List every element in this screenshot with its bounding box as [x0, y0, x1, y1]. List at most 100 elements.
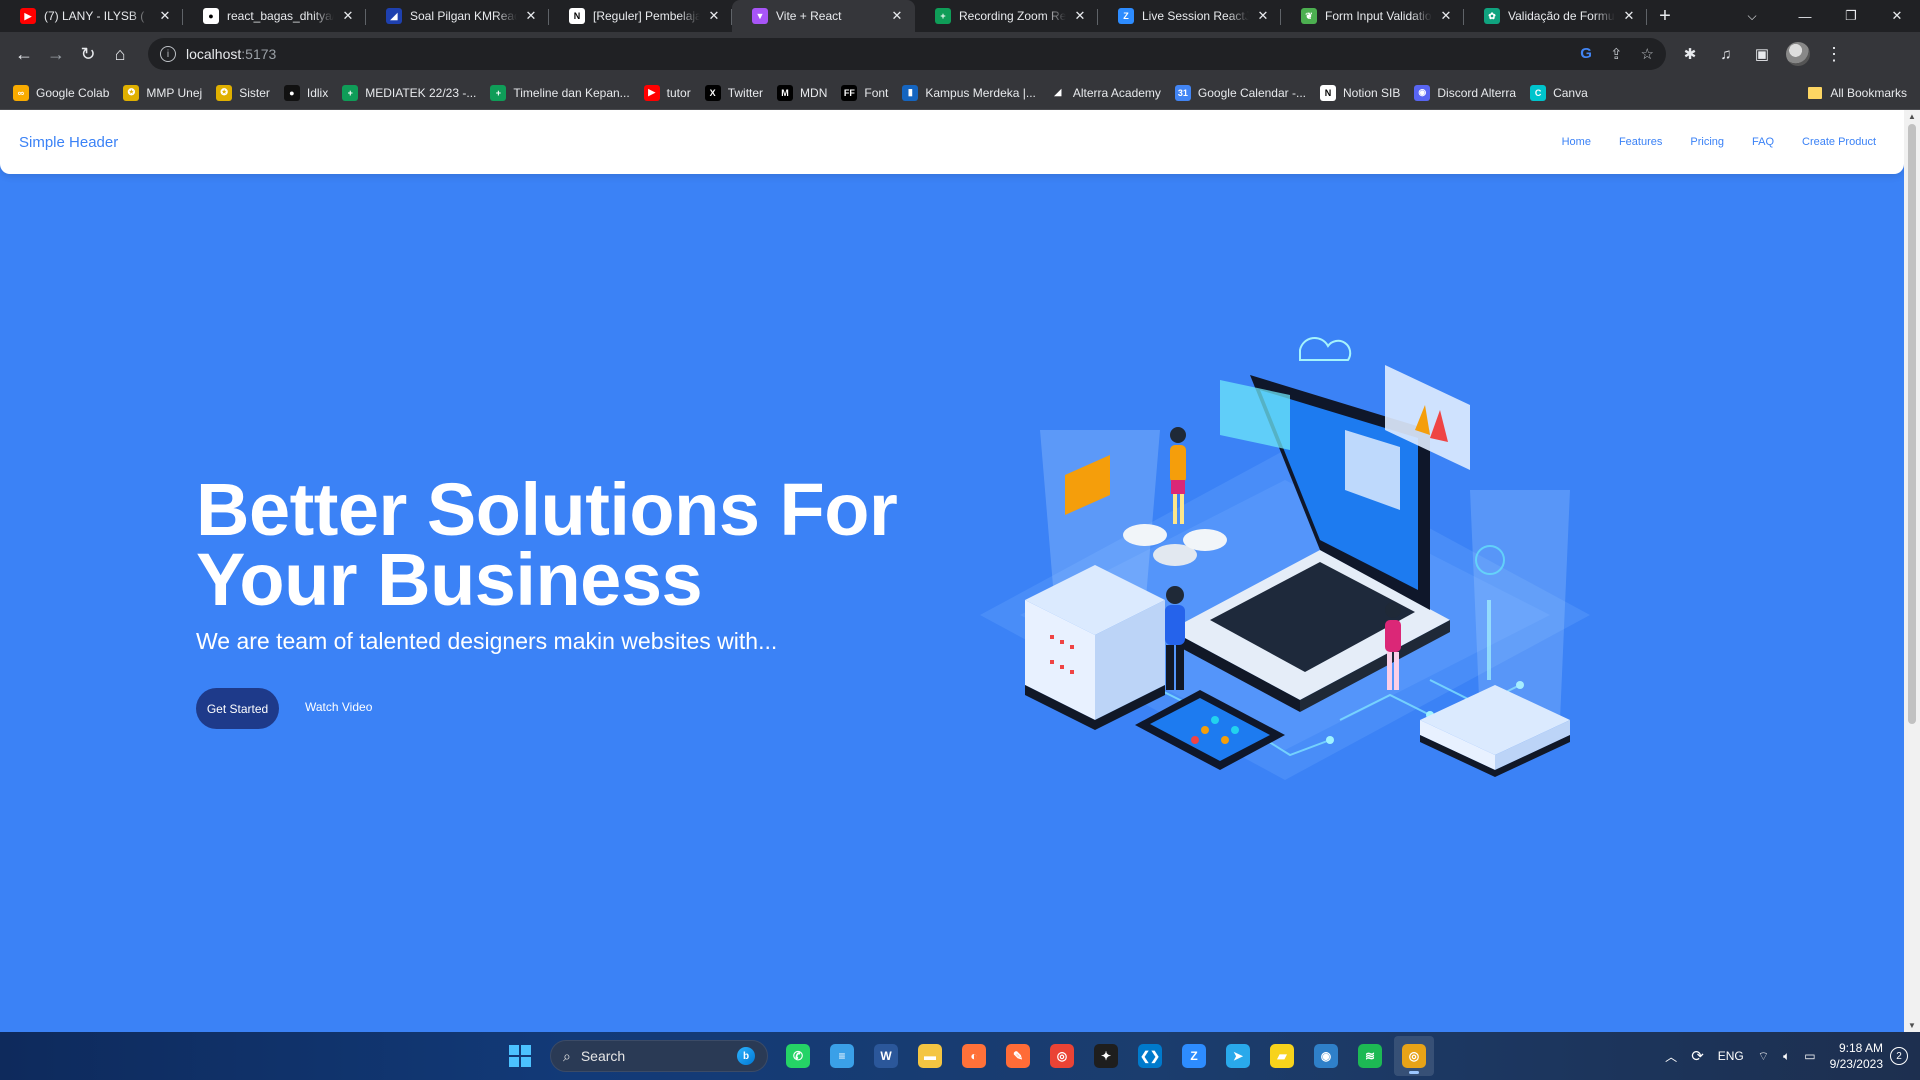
- bookmark-item[interactable]: N Notion SIB: [1313, 79, 1407, 107]
- scroll-down-icon[interactable]: ▼: [1908, 1021, 1916, 1030]
- nav-features[interactable]: Features: [1605, 136, 1676, 148]
- colab-icon: ∞: [13, 84, 29, 101]
- bookmark-item[interactable]: ∞ Google Colab: [6, 79, 116, 107]
- minimize-icon[interactable]: —: [1782, 0, 1828, 32]
- browser-tab[interactable]: + Recording Zoom Rea ✕: [915, 0, 1098, 32]
- browser-tab[interactable]: ✿ Validação de Formulá ✕: [1464, 0, 1647, 32]
- bookmark-star-icon[interactable]: ☆: [1641, 45, 1654, 63]
- extensions-icon[interactable]: ✱: [1674, 38, 1706, 70]
- telegram-icon[interactable]: ➤: [1218, 1036, 1258, 1076]
- volume-icon[interactable]: 🔈︎: [1776, 1049, 1797, 1064]
- browser-tab[interactable]: ▶ (7) LANY - ILYSB (✕: [0, 0, 183, 32]
- clock[interactable]: 9:18 AM 9/23/2023: [1823, 1040, 1890, 1072]
- tab-close-icon[interactable]: ✕: [706, 8, 722, 24]
- bookmark-item[interactable]: ✪ MMP Unej: [116, 79, 209, 107]
- page-scrollbar[interactable]: ▲ ▼: [1904, 110, 1920, 1032]
- browser-tab[interactable]: N [Reguler] Pembelajara ✕: [549, 0, 732, 32]
- tab-search-chevron-icon[interactable]: ⌵: [1732, 0, 1772, 32]
- browser-tab[interactable]: Z Live Session ReactJS | ✕: [1098, 0, 1281, 32]
- tab-close-icon[interactable]: ✕: [1072, 8, 1088, 24]
- side-panel-icon[interactable]: ▣: [1746, 38, 1778, 70]
- whatsapp-icon[interactable]: ✆: [778, 1036, 818, 1076]
- chrome-icon[interactable]: ◎: [1042, 1036, 1082, 1076]
- word-icon[interactable]: W: [866, 1036, 906, 1076]
- wifi-icon[interactable]: ⌔: [1751, 1049, 1776, 1064]
- nav-pricing[interactable]: Pricing: [1676, 136, 1738, 148]
- sync-icon[interactable]: ⟳: [1684, 1047, 1711, 1065]
- bing-icon[interactable]: b: [737, 1047, 755, 1065]
- notification-badge[interactable]: 2: [1890, 1047, 1908, 1065]
- tray-overflow-chevron-icon[interactable]: ︿: [1658, 1048, 1684, 1065]
- chrome-dev-icon[interactable]: ◎: [1394, 1036, 1434, 1076]
- firefox-icon[interactable]: ◐: [954, 1036, 994, 1076]
- file-explorer-icon[interactable]: ▬: [910, 1036, 950, 1076]
- sticky-notes-icon[interactable]: ▰: [1262, 1036, 1302, 1076]
- bookmark-item[interactable]: ✪ Sister: [209, 79, 277, 107]
- search-icon: ⌕: [563, 1047, 571, 1064]
- windows-start-icon[interactable]: [500, 1036, 540, 1076]
- language-indicator[interactable]: ENG: [1711, 1049, 1751, 1063]
- browser-tab[interactable]: ❦ Form Input Validation ✕: [1281, 0, 1464, 32]
- spotify-icon[interactable]: ≋: [1350, 1036, 1390, 1076]
- forward-icon[interactable]: →: [40, 38, 72, 70]
- bookmark-item[interactable]: + MEDIATEK 22/23 -...: [335, 79, 483, 107]
- nav-create-product[interactable]: Create Product: [1788, 136, 1885, 148]
- bookmark-item[interactable]: + Timeline dan Kepan...: [483, 79, 636, 107]
- tab-close-icon[interactable]: ✕: [1438, 8, 1454, 24]
- taskbar-search[interactable]: ⌕ Search b: [550, 1040, 768, 1072]
- google-lens-icon[interactable]: G: [1580, 45, 1592, 63]
- tab-close-icon[interactable]: ✕: [1621, 8, 1637, 24]
- tab-close-icon[interactable]: ✕: [340, 8, 356, 24]
- bookmark-item[interactable]: 31 Google Calendar -...: [1168, 79, 1313, 107]
- bookmark-label: Alterra Academy: [1072, 85, 1161, 100]
- vscode-icon[interactable]: ❮❯: [1130, 1036, 1170, 1076]
- restore-icon[interactable]: ❐: [1828, 0, 1874, 32]
- bookmark-item[interactable]: FF Font: [834, 79, 895, 107]
- back-icon[interactable]: ←: [8, 38, 40, 70]
- notepad-icon[interactable]: ≡: [822, 1036, 862, 1076]
- app-glyph: ◐: [962, 1044, 986, 1068]
- tab-close-icon[interactable]: ✕: [889, 8, 905, 24]
- battery-icon[interactable]: ▭: [1797, 1049, 1822, 1063]
- all-bookmarks-button[interactable]: All Bookmarks: [1801, 79, 1914, 107]
- home-icon[interactable]: ⌂: [104, 38, 136, 70]
- browser-tab[interactable]: ◢ Soal Pilgan KMReact - ✕: [366, 0, 549, 32]
- bookmark-item[interactable]: ▮ Kampus Merdeka |...: [895, 79, 1043, 107]
- scrollbar-thumb[interactable]: [1908, 124, 1916, 724]
- bookmark-item[interactable]: M MDN: [770, 79, 834, 107]
- bookmark-label: Font: [864, 85, 889, 100]
- zoom-icon[interactable]: Z: [1174, 1036, 1214, 1076]
- app-glyph: ✆: [786, 1044, 810, 1068]
- tab-close-icon[interactable]: ✕: [1255, 8, 1271, 24]
- bookmark-item[interactable]: ● Idlix: [277, 79, 335, 107]
- bookmark-item[interactable]: ▶ tutor: [637, 79, 698, 107]
- close-window-icon[interactable]: ✕: [1874, 0, 1920, 32]
- figma-icon[interactable]: ✦: [1086, 1036, 1126, 1076]
- share-icon[interactable]: ⇪: [1610, 45, 1623, 63]
- tab-title: Validação de Formulá: [1508, 9, 1615, 23]
- postman-icon[interactable]: ✎: [998, 1036, 1038, 1076]
- scroll-up-icon[interactable]: ▲: [1908, 112, 1916, 121]
- brand-logo[interactable]: Simple Header: [19, 134, 118, 151]
- browser-tab[interactable]: ▼ Vite + React ✕: [732, 0, 915, 32]
- new-tab-button[interactable]: +: [1647, 0, 1683, 32]
- browser-tab[interactable]: ● react_bagas_dhitya/l ✕: [183, 0, 366, 32]
- tab-close-icon[interactable]: ✕: [157, 8, 173, 24]
- tab-close-icon[interactable]: ✕: [523, 8, 539, 24]
- bookmark-item[interactable]: ◉ Discord Alterra: [1407, 79, 1523, 107]
- site-info-icon[interactable]: i: [160, 46, 176, 62]
- address-bar[interactable]: i localhost:5173 G ⇪ ☆: [148, 38, 1666, 70]
- profile-avatar[interactable]: [1782, 38, 1814, 70]
- bookmark-item[interactable]: ◢ Alterra Academy: [1043, 79, 1168, 107]
- menu-kebab-icon[interactable]: ⋮: [1818, 38, 1850, 70]
- bookmark-item[interactable]: C Canva: [1523, 79, 1595, 107]
- nav-faq[interactable]: FAQ: [1738, 136, 1788, 148]
- camera-icon[interactable]: ◉: [1306, 1036, 1346, 1076]
- bookmark-label: Timeline dan Kepan...: [513, 85, 630, 100]
- bookmark-item[interactable]: X Twitter: [698, 79, 770, 107]
- get-started-button[interactable]: Get Started: [196, 688, 279, 729]
- watch-video-button[interactable]: Watch Video: [305, 700, 372, 714]
- nav-home[interactable]: Home: [1562, 136, 1605, 148]
- media-control-icon[interactable]: ♫: [1710, 38, 1742, 70]
- reload-icon[interactable]: ↻: [72, 38, 104, 70]
